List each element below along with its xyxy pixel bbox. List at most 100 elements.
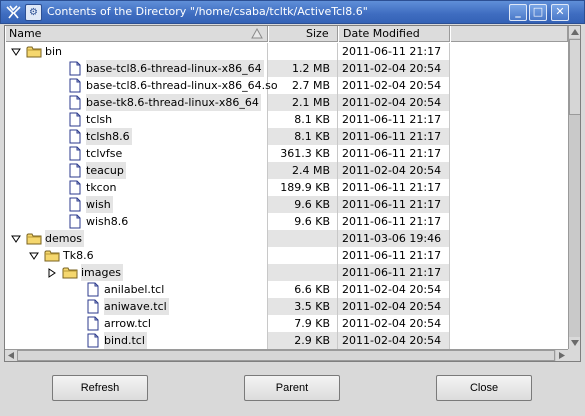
row-name-label: base-tcl8.6-thread-linux-x86_64 — [86, 60, 264, 77]
tree-row[interactable]: bind.tcl 2.9 KB 2011-02-04 20:54 — [5, 332, 568, 349]
window-titlebar[interactable]: ⚙ Contents of the Directory "/home/csaba… — [0, 0, 585, 24]
size-cell: 8.1 KB — [268, 111, 338, 128]
filler-cell — [450, 213, 568, 230]
date-modified-cell: 2011-03-06 19:46 — [338, 230, 450, 247]
tree-row[interactable]: tclsh8.6 8.1 KB 2011-06-11 21:17 — [5, 128, 568, 145]
folder-icon — [62, 267, 78, 279]
scroll-left-arrow-icon[interactable] — [5, 350, 17, 361]
column-header-filler — [450, 26, 568, 42]
size-cell: 2.7 MB — [268, 77, 338, 94]
close-window-button[interactable]: ✕ — [551, 4, 569, 21]
minimize-button[interactable]: _ — [509, 4, 527, 21]
filler-cell — [450, 111, 568, 128]
row-name-label: tclsh8.6 — [86, 128, 132, 145]
size-cell: 1.2 MB — [268, 60, 338, 77]
tree-row[interactable]: base-tk8.6-thread-linux-x86_64 2.1 MB 2011… — [5, 94, 568, 111]
tree-row[interactable]: arrow.tcl 7.9 KB 2011-02-04 20:54 — [5, 315, 568, 332]
tree-row[interactable]: tkcon 189.9 KB 2011-06-11 21:17 — [5, 179, 568, 196]
expanded-arrow-icon[interactable] — [11, 234, 21, 244]
size-cell: 8.1 KB — [268, 128, 338, 145]
date-modified-cell: 2011-06-11 21:17 — [338, 145, 450, 162]
date-modified-cell: 2011-02-04 20:54 — [338, 77, 450, 94]
size-cell — [268, 264, 338, 281]
date-modified-cell: 2011-02-04 20:54 — [338, 298, 450, 315]
tree-row[interactable]: base-tcl8.6-thread-linux-x86_64.so 2.7 MB… — [5, 77, 568, 94]
scroll-right-arrow-icon[interactable] — [556, 350, 568, 361]
filler-cell — [450, 247, 568, 264]
row-name-label: base-tcl8.6-thread-linux-x86_64.so — [86, 79, 278, 92]
name-cell: tclsh8.6 — [5, 128, 268, 145]
size-cell: 7.9 KB — [268, 315, 338, 332]
tree-row[interactable]: tclsh 8.1 KB 2011-06-11 21:17 — [5, 111, 568, 128]
name-cell: teacup — [5, 162, 268, 179]
file-icon — [69, 95, 81, 110]
refresh-button[interactable]: Refresh — [52, 375, 148, 401]
expanded-arrow-icon[interactable] — [29, 251, 39, 261]
app-icon[interactable] — [5, 4, 22, 21]
row-name-label: bin — [45, 45, 63, 58]
date-modified-cell: 2011-06-11 21:17 — [338, 247, 450, 264]
close-button[interactable]: Close — [436, 375, 532, 401]
tree-row[interactable]: tclvfse 361.3 KB 2011-06-11 21:17 — [5, 145, 568, 162]
tree-row[interactable]: images 2011-06-11 21:17 — [5, 264, 568, 281]
filler-cell — [450, 43, 568, 60]
filler-cell — [450, 298, 568, 315]
size-cell: 9.6 KB — [268, 213, 338, 230]
tree-row[interactable]: bin 2011-06-11 21:17 — [5, 43, 568, 60]
name-cell: tclvfse — [5, 145, 268, 162]
tree-row[interactable]: wish 9.6 KB 2011-06-11 21:17 — [5, 196, 568, 213]
vertical-scrollbar[interactable] — [568, 26, 580, 349]
tree-row[interactable]: teacup 2.4 MB 2011-02-04 20:54 — [5, 162, 568, 179]
name-cell: wish8.6 — [5, 213, 268, 230]
expanded-arrow-icon[interactable] — [11, 47, 21, 57]
tree-rows: bin 2011-06-11 21:17 base-tcl8.6-thread-li… — [5, 43, 568, 349]
horizontal-scrollbar[interactable] — [5, 349, 568, 361]
size-cell: 189.9 KB — [268, 179, 338, 196]
sort-ascending-icon — [251, 28, 263, 39]
tree-row[interactable]: aniwave.tcl 3.5 KB 2011-02-04 20:54 — [5, 298, 568, 315]
file-icon — [87, 316, 99, 331]
row-name-label: wish — [86, 196, 113, 213]
name-cell: wish — [5, 196, 268, 213]
size-cell — [268, 247, 338, 264]
collapsed-arrow-icon[interactable] — [47, 268, 57, 278]
row-name-label: anilabel.tcl — [104, 283, 165, 296]
filler-cell — [450, 332, 568, 349]
file-icon — [69, 61, 81, 76]
tree-row[interactable]: base-tcl8.6-thread-linux-x86_64 1.2 MB 201… — [5, 60, 568, 77]
column-header-date[interactable]: Date Modified — [338, 26, 450, 42]
directory-tree[interactable]: Name Size Date Modified bin 2011-06-11 21… — [4, 25, 581, 362]
filler-cell — [450, 179, 568, 196]
vertical-scroll-thumb[interactable] — [569, 39, 580, 115]
file-icon — [69, 180, 81, 195]
size-cell: 6.6 KB — [268, 281, 338, 298]
folder-icon — [44, 250, 60, 262]
size-cell: 2.4 MB — [268, 162, 338, 179]
size-cell: 9.6 KB — [268, 196, 338, 213]
horizontal-scroll-thumb[interactable] — [17, 350, 555, 361]
tree-row[interactable]: anilabel.tcl 6.6 KB 2011-02-04 20:54 — [5, 281, 568, 298]
name-cell: base-tcl8.6-thread-linux-x86_64.so — [5, 77, 278, 94]
column-header-size[interactable]: Size — [268, 26, 338, 42]
maximize-button[interactable]: □ — [529, 4, 547, 21]
name-cell: tkcon — [5, 179, 268, 196]
file-icon — [69, 112, 81, 127]
folder-icon — [26, 233, 42, 245]
scroll-up-arrow-icon[interactable] — [569, 26, 581, 38]
parent-button[interactable]: Parent — [244, 375, 340, 401]
size-cell: 3.5 KB — [268, 298, 338, 315]
row-name-label: tclsh — [86, 113, 113, 126]
date-modified-cell: 2011-02-04 20:54 — [338, 281, 450, 298]
column-header-name[interactable]: Name — [5, 26, 268, 42]
file-icon — [87, 282, 99, 297]
scroll-down-arrow-icon[interactable] — [569, 337, 581, 349]
filler-cell — [450, 145, 568, 162]
tree-row[interactable]: demos 2011-03-06 19:46 — [5, 230, 568, 247]
date-modified-cell: 2011-02-04 20:54 — [338, 332, 450, 349]
filler-cell — [450, 315, 568, 332]
size-cell: 2.1 MB — [268, 94, 338, 111]
tree-row[interactable]: Tk8.6 2011-06-11 21:17 — [5, 247, 568, 264]
tree-row[interactable]: wish8.6 9.6 KB 2011-06-11 21:17 — [5, 213, 568, 230]
date-modified-cell: 2011-06-11 21:17 — [338, 196, 450, 213]
window-menu-icon[interactable]: ⚙ — [25, 4, 42, 21]
